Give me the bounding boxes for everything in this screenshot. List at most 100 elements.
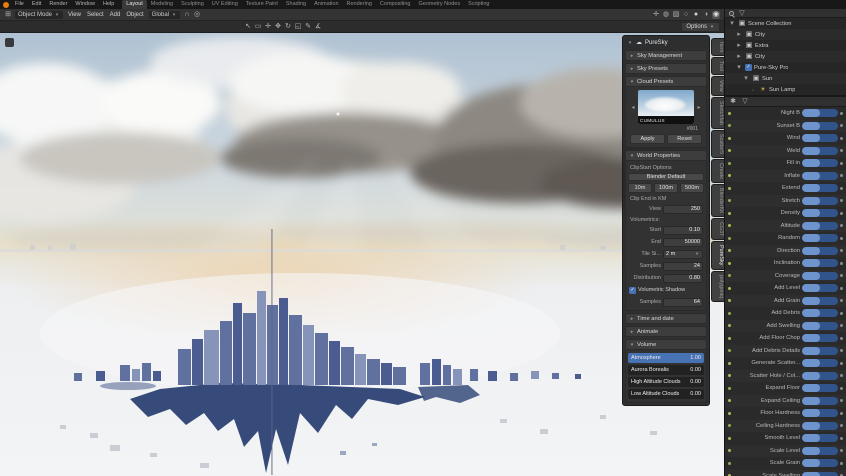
property-slider[interactable] — [802, 109, 838, 118]
mode-dropdown[interactable]: Object Mode — [15, 10, 64, 19]
puresky-panel-header[interactable]: PureSky — [625, 38, 707, 48]
viewport-menu[interactable]: Select — [85, 12, 106, 18]
volume-slider[interactable]: High Altitude Clouds 0.00 — [628, 377, 704, 387]
property-slider[interactable] — [802, 296, 838, 305]
section-time-and-date[interactable]: Time and date — [625, 313, 707, 324]
viewport-menu[interactable]: View — [66, 12, 83, 18]
property-row[interactable]: Scale Level — [725, 444, 846, 457]
view-field[interactable]: 250 — [663, 204, 703, 214]
filter-icon[interactable] — [741, 98, 749, 106]
rotate-icon[interactable] — [284, 23, 292, 31]
section-sky-presets[interactable]: Sky Presets — [625, 63, 707, 74]
outliner-row[interactable]: Pure-Sky Pro — [725, 62, 846, 73]
property-slider[interactable] — [802, 321, 838, 330]
decorator-icon[interactable] — [840, 436, 843, 440]
decorator-icon[interactable] — [840, 336, 843, 340]
workspace-tab[interactable]: Compositing — [376, 0, 415, 9]
decorator-icon[interactable] — [840, 274, 843, 278]
property-slider[interactable] — [802, 359, 838, 368]
decorator-icon[interactable] — [840, 449, 843, 453]
decorator-icon[interactable] — [840, 174, 843, 178]
workspace-tab[interactable]: UV Editing — [208, 0, 242, 9]
gizmo-icon[interactable] — [652, 11, 660, 19]
end-field[interactable]: 50000 — [663, 237, 703, 247]
property-row[interactable]: Scatter Hole / Col... — [725, 369, 846, 382]
measure-icon[interactable] — [314, 23, 322, 31]
decorator-icon[interactable] — [840, 186, 843, 190]
section-cloud-presets[interactable]: Cloud Presets — [625, 76, 707, 87]
sidebar-tab[interactable]: Item — [711, 38, 724, 57]
property-slider[interactable] — [802, 246, 838, 255]
property-slider[interactable] — [802, 196, 838, 205]
shading-rendered-icon[interactable] — [712, 10, 720, 19]
decorator-icon[interactable] — [840, 424, 843, 428]
property-row[interactable]: Extend — [725, 182, 846, 195]
workspace-tab[interactable]: Sculpting — [177, 0, 208, 9]
tweak-icon[interactable] — [244, 23, 252, 31]
keyframe-dot-icon[interactable] — [728, 136, 731, 140]
decorator-icon[interactable] — [840, 211, 843, 215]
property-slider[interactable] — [802, 459, 838, 468]
decorator-icon[interactable] — [840, 199, 843, 203]
property-row[interactable]: Generate Scatter... — [725, 357, 846, 370]
workspace-tab[interactable]: Animation — [310, 0, 342, 9]
section-world-properties[interactable]: World Properties — [625, 150, 707, 161]
decorator-icon[interactable] — [840, 224, 843, 228]
property-row[interactable]: Wind — [725, 132, 846, 145]
section-volume[interactable]: Volume — [625, 339, 707, 350]
keyframe-dot-icon[interactable] — [728, 174, 731, 178]
workspace-tab[interactable]: Rendering — [343, 0, 376, 9]
shading-solid-icon[interactable] — [692, 11, 700, 19]
property-slider[interactable] — [802, 234, 838, 243]
keyframe-dot-icon[interactable] — [728, 461, 731, 465]
annotation-marker[interactable] — [5, 38, 14, 47]
prev-preset-icon[interactable] — [630, 104, 636, 111]
disclosure-icon[interactable] — [735, 53, 743, 61]
decorator-icon[interactable] — [840, 349, 843, 353]
decorator-icon[interactable] — [840, 249, 843, 253]
outliner-row[interactable]: Extra — [725, 40, 846, 51]
property-row[interactable]: Random — [725, 232, 846, 245]
3d-viewport[interactable]: PureSky Sky Management Sky Presets Cloud… — [0, 33, 724, 476]
sidebar-tab[interactable]: Create — [711, 159, 724, 184]
keyframe-dot-icon[interactable] — [728, 374, 731, 378]
apply-button[interactable]: Apply — [630, 134, 665, 144]
decorator-icon[interactable] — [840, 324, 843, 328]
keyframe-dot-icon[interactable] — [728, 224, 731, 228]
property-row[interactable]: Inflate — [725, 169, 846, 182]
volume-slider[interactable]: Low Altitude Clouds 0.00 — [628, 389, 704, 399]
property-row[interactable]: Ceiling Hardness — [725, 419, 846, 432]
property-row[interactable]: Add Debris Details — [725, 344, 846, 357]
decorator-icon[interactable] — [840, 461, 843, 465]
property-slider[interactable] — [802, 159, 838, 168]
disclosure-icon[interactable] — [749, 86, 757, 94]
keyframe-dot-icon[interactable] — [728, 449, 731, 453]
reset-button[interactable]: Reset — [667, 134, 702, 144]
property-row[interactable]: Add Level — [725, 282, 846, 295]
viewport-menu[interactable]: Add — [108, 12, 123, 18]
disclosure-icon[interactable] — [735, 64, 743, 72]
scale-icon[interactable] — [294, 23, 302, 31]
property-row[interactable]: Altitude — [725, 219, 846, 232]
sidebar-tab[interactable]: Scatter5 — [711, 129, 724, 159]
outliner-row[interactable]: City — [725, 51, 846, 62]
property-row[interactable]: Inclination — [725, 257, 846, 270]
keyframe-dot-icon[interactable] — [728, 349, 731, 353]
keyframe-dot-icon[interactable] — [728, 274, 731, 278]
property-row[interactable]: Direction — [725, 244, 846, 257]
sidebar-tab[interactable]: Sketchfab — [711, 96, 724, 129]
property-row[interactable]: Weld — [725, 144, 846, 157]
cursor-icon[interactable] — [264, 23, 272, 31]
property-slider[interactable] — [802, 121, 838, 130]
property-slider[interactable] — [802, 434, 838, 443]
clip-distance-button[interactable]: 500m — [680, 183, 704, 193]
sidebar-tab[interactable]: CG3T — [711, 218, 724, 241]
topbar-menu[interactable]: Help — [100, 0, 117, 9]
outliner-row[interactable]: Scene Collection — [725, 18, 846, 29]
decorator-icon[interactable] — [840, 311, 843, 315]
workspace-tab[interactable]: Shading — [282, 0, 310, 9]
collapse-icon[interactable] — [627, 40, 633, 46]
gear-icon[interactable] — [729, 98, 737, 106]
keyframe-dot-icon[interactable] — [728, 211, 731, 215]
clip-distance-button[interactable]: 100m — [654, 183, 678, 193]
